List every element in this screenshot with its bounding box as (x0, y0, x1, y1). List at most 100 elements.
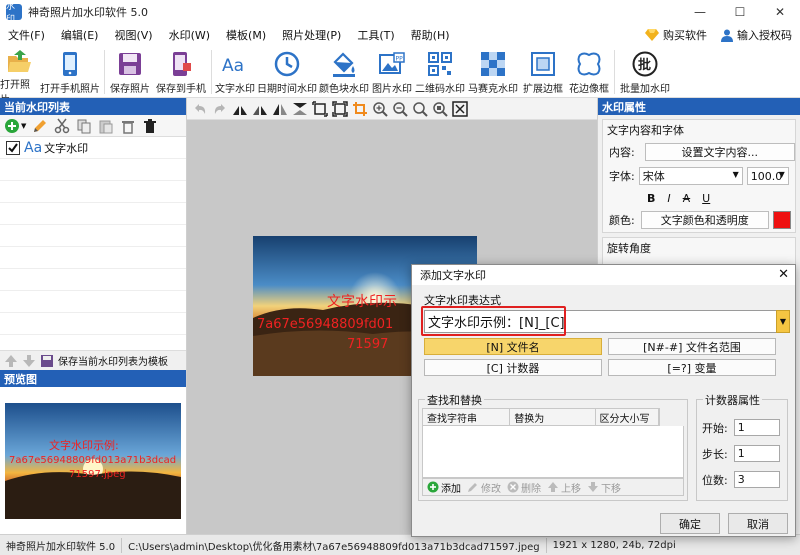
macro-filename-label: [N] 文件名 (486, 340, 540, 354)
thumb-watermark-line1: 文字水印示例: (49, 438, 119, 452)
expression-dropdown-button[interactable]: ▼ (776, 310, 790, 333)
menu-edit[interactable]: 编辑(E) (53, 27, 107, 43)
maximize-button[interactable]: ☐ (720, 0, 760, 24)
minimize-button[interactable]: — (680, 0, 720, 24)
counter-start-input[interactable]: 1 (733, 419, 780, 436)
flip-horizontal-button[interactable] (271, 100, 289, 118)
grid-add-button[interactable]: 添加 (427, 480, 461, 495)
batch-watermark-button[interactable]: 批 批量加水印 (617, 46, 673, 98)
svg-text:Aa: Aa (222, 56, 244, 75)
grid-delete-button[interactable]: 删除 (507, 480, 541, 495)
mosaic-watermark-button[interactable]: 马赛克水印 (466, 46, 520, 98)
macro-counter-button[interactable]: [C] 计数器 (424, 359, 602, 376)
font-size-select[interactable]: 100.0 ▼ (746, 167, 789, 185)
preview-thumbnail: 文字水印示例: 7a67e56948809fd013a71b3dcad 7159… (5, 403, 181, 519)
text-watermark-button[interactable]: Aa 文字水印 (214, 46, 256, 98)
list-item[interactable]: Aa 文字水印 (0, 137, 186, 159)
italic-button[interactable]: I (667, 192, 670, 205)
column-header[interactable]: 查找字符串 (423, 409, 511, 425)
find-replace-grid[interactable] (422, 426, 684, 478)
grid-move-down-button[interactable]: 下移 (587, 480, 621, 495)
open-photo-button[interactable]: 打开照片 (0, 46, 38, 106)
macro-filename-button[interactable]: [N] 文件名 (424, 338, 602, 355)
text-watermark-type-icon: Aa (24, 139, 43, 156)
color-block-watermark-button[interactable]: 颜色块水印 (318, 46, 370, 98)
move-up-arrow-icon[interactable] (4, 354, 18, 368)
cancel-button[interactable]: 取消 (728, 513, 788, 534)
actual-size-button[interactable] (331, 100, 349, 118)
undo-button[interactable] (191, 100, 209, 118)
set-text-content-button[interactable]: 设置文字内容... (644, 143, 795, 161)
save-template-button[interactable]: 保存当前水印列表为模板 (58, 353, 168, 368)
fit-size-button[interactable] (311, 100, 329, 118)
diamond-icon (645, 29, 659, 41)
strikethrough-button[interactable]: A (683, 192, 691, 205)
counter-step-input[interactable]: 1 (733, 445, 780, 462)
macro-filename-range-button[interactable]: [N#-#] 文件名范围 (608, 338, 776, 355)
extend-border-button[interactable]: 扩展边框 (520, 46, 566, 98)
delete-trash-icon[interactable] (120, 118, 136, 134)
lace-border-button[interactable]: 花边像框 (566, 46, 612, 98)
bold-button[interactable]: B (647, 192, 655, 205)
grid-move-up-button[interactable]: 上移 (547, 480, 581, 495)
menu-file[interactable]: 文件(F) (0, 27, 53, 43)
close-window-button[interactable]: ✕ (760, 0, 800, 24)
buy-software-link[interactable]: 购买软件 (645, 27, 707, 43)
save-to-phone-button[interactable]: 保存到手机 (153, 46, 209, 98)
add-watermark-icon[interactable] (4, 118, 20, 134)
list-item (0, 269, 186, 291)
color-swatch[interactable] (772, 211, 791, 229)
enter-license-link[interactable]: 输入授权码 (721, 27, 792, 43)
rotate-right-button[interactable] (251, 100, 269, 118)
fullscreen-button[interactable] (451, 100, 469, 118)
checkbox-checked-icon[interactable] (6, 140, 20, 155)
redo-button[interactable] (211, 100, 229, 118)
edit-pencil-icon (468, 483, 477, 492)
column-header[interactable]: 替换为 (510, 409, 596, 425)
copy-icon[interactable] (76, 118, 92, 134)
add-dropdown-arrow-icon[interactable]: ▼ (21, 122, 26, 130)
flip-vertical-button[interactable] (291, 100, 309, 118)
menu-template[interactable]: 模板(M) (218, 27, 274, 43)
dialog-close-button[interactable]: ✕ (778, 267, 789, 282)
zoom-in-button[interactable] (371, 100, 389, 118)
ok-button[interactable]: 确定 (660, 513, 720, 534)
main-watermark-line2: 7a67e56948809fd01 (257, 317, 393, 332)
zoom-out-button[interactable] (391, 100, 409, 118)
move-down-arrow-icon[interactable] (22, 354, 36, 368)
paste-icon[interactable] (98, 118, 114, 134)
counter-digits-row: 位数: 3 (702, 471, 780, 488)
font-select[interactable]: 宋体 ▼ (638, 167, 743, 185)
crop-button[interactable] (351, 100, 369, 118)
menu-photo-process[interactable]: 照片处理(P) (274, 27, 349, 43)
menu-watermark[interactable]: 水印(W) (161, 27, 218, 43)
menu-help[interactable]: 帮助(H) (403, 27, 458, 43)
menu-tools[interactable]: 工具(T) (349, 27, 402, 43)
qrcode-watermark-button[interactable]: 二维码水印 (414, 46, 466, 98)
save-template-icon[interactable] (40, 354, 54, 368)
counter-start-label: 开始: (702, 421, 728, 435)
datetime-watermark-button[interactable]: 日期时间水印 (256, 46, 318, 98)
text-color-opacity-button[interactable]: 文字颜色和透明度 (640, 211, 769, 229)
save-photo-button[interactable]: 保存照片 (107, 46, 153, 98)
clear-all-trash-icon[interactable] (142, 118, 158, 134)
mosaic-icon (481, 52, 505, 76)
menu-view[interactable]: 视图(V) (106, 27, 160, 43)
column-header[interactable]: 区分大小写 (596, 409, 659, 425)
open-phone-photo-button[interactable]: 打开手机照片 (38, 46, 102, 98)
text-watermark-label: 文字水印 (215, 84, 255, 95)
zoom-actual-button[interactable] (431, 100, 449, 118)
cut-scissors-icon[interactable] (54, 118, 70, 134)
image-watermark-button[interactable]: PP 图片水印 (370, 46, 414, 98)
zoom-fit-button[interactable] (411, 100, 429, 118)
edit-pencil-icon[interactable] (32, 118, 48, 134)
toolbar-separator (614, 50, 615, 94)
clock-icon (274, 51, 300, 77)
flip-horizontal-icon (273, 103, 287, 115)
rotate-left-button[interactable] (231, 100, 249, 118)
macro-variable-button[interactable]: [=?] 变量 (608, 359, 776, 376)
grid-edit-button[interactable]: 修改 (467, 480, 501, 495)
enter-license-label: 输入授权码 (737, 29, 792, 42)
underline-button[interactable]: U (702, 192, 710, 205)
counter-digits-input[interactable]: 3 (733, 471, 780, 488)
